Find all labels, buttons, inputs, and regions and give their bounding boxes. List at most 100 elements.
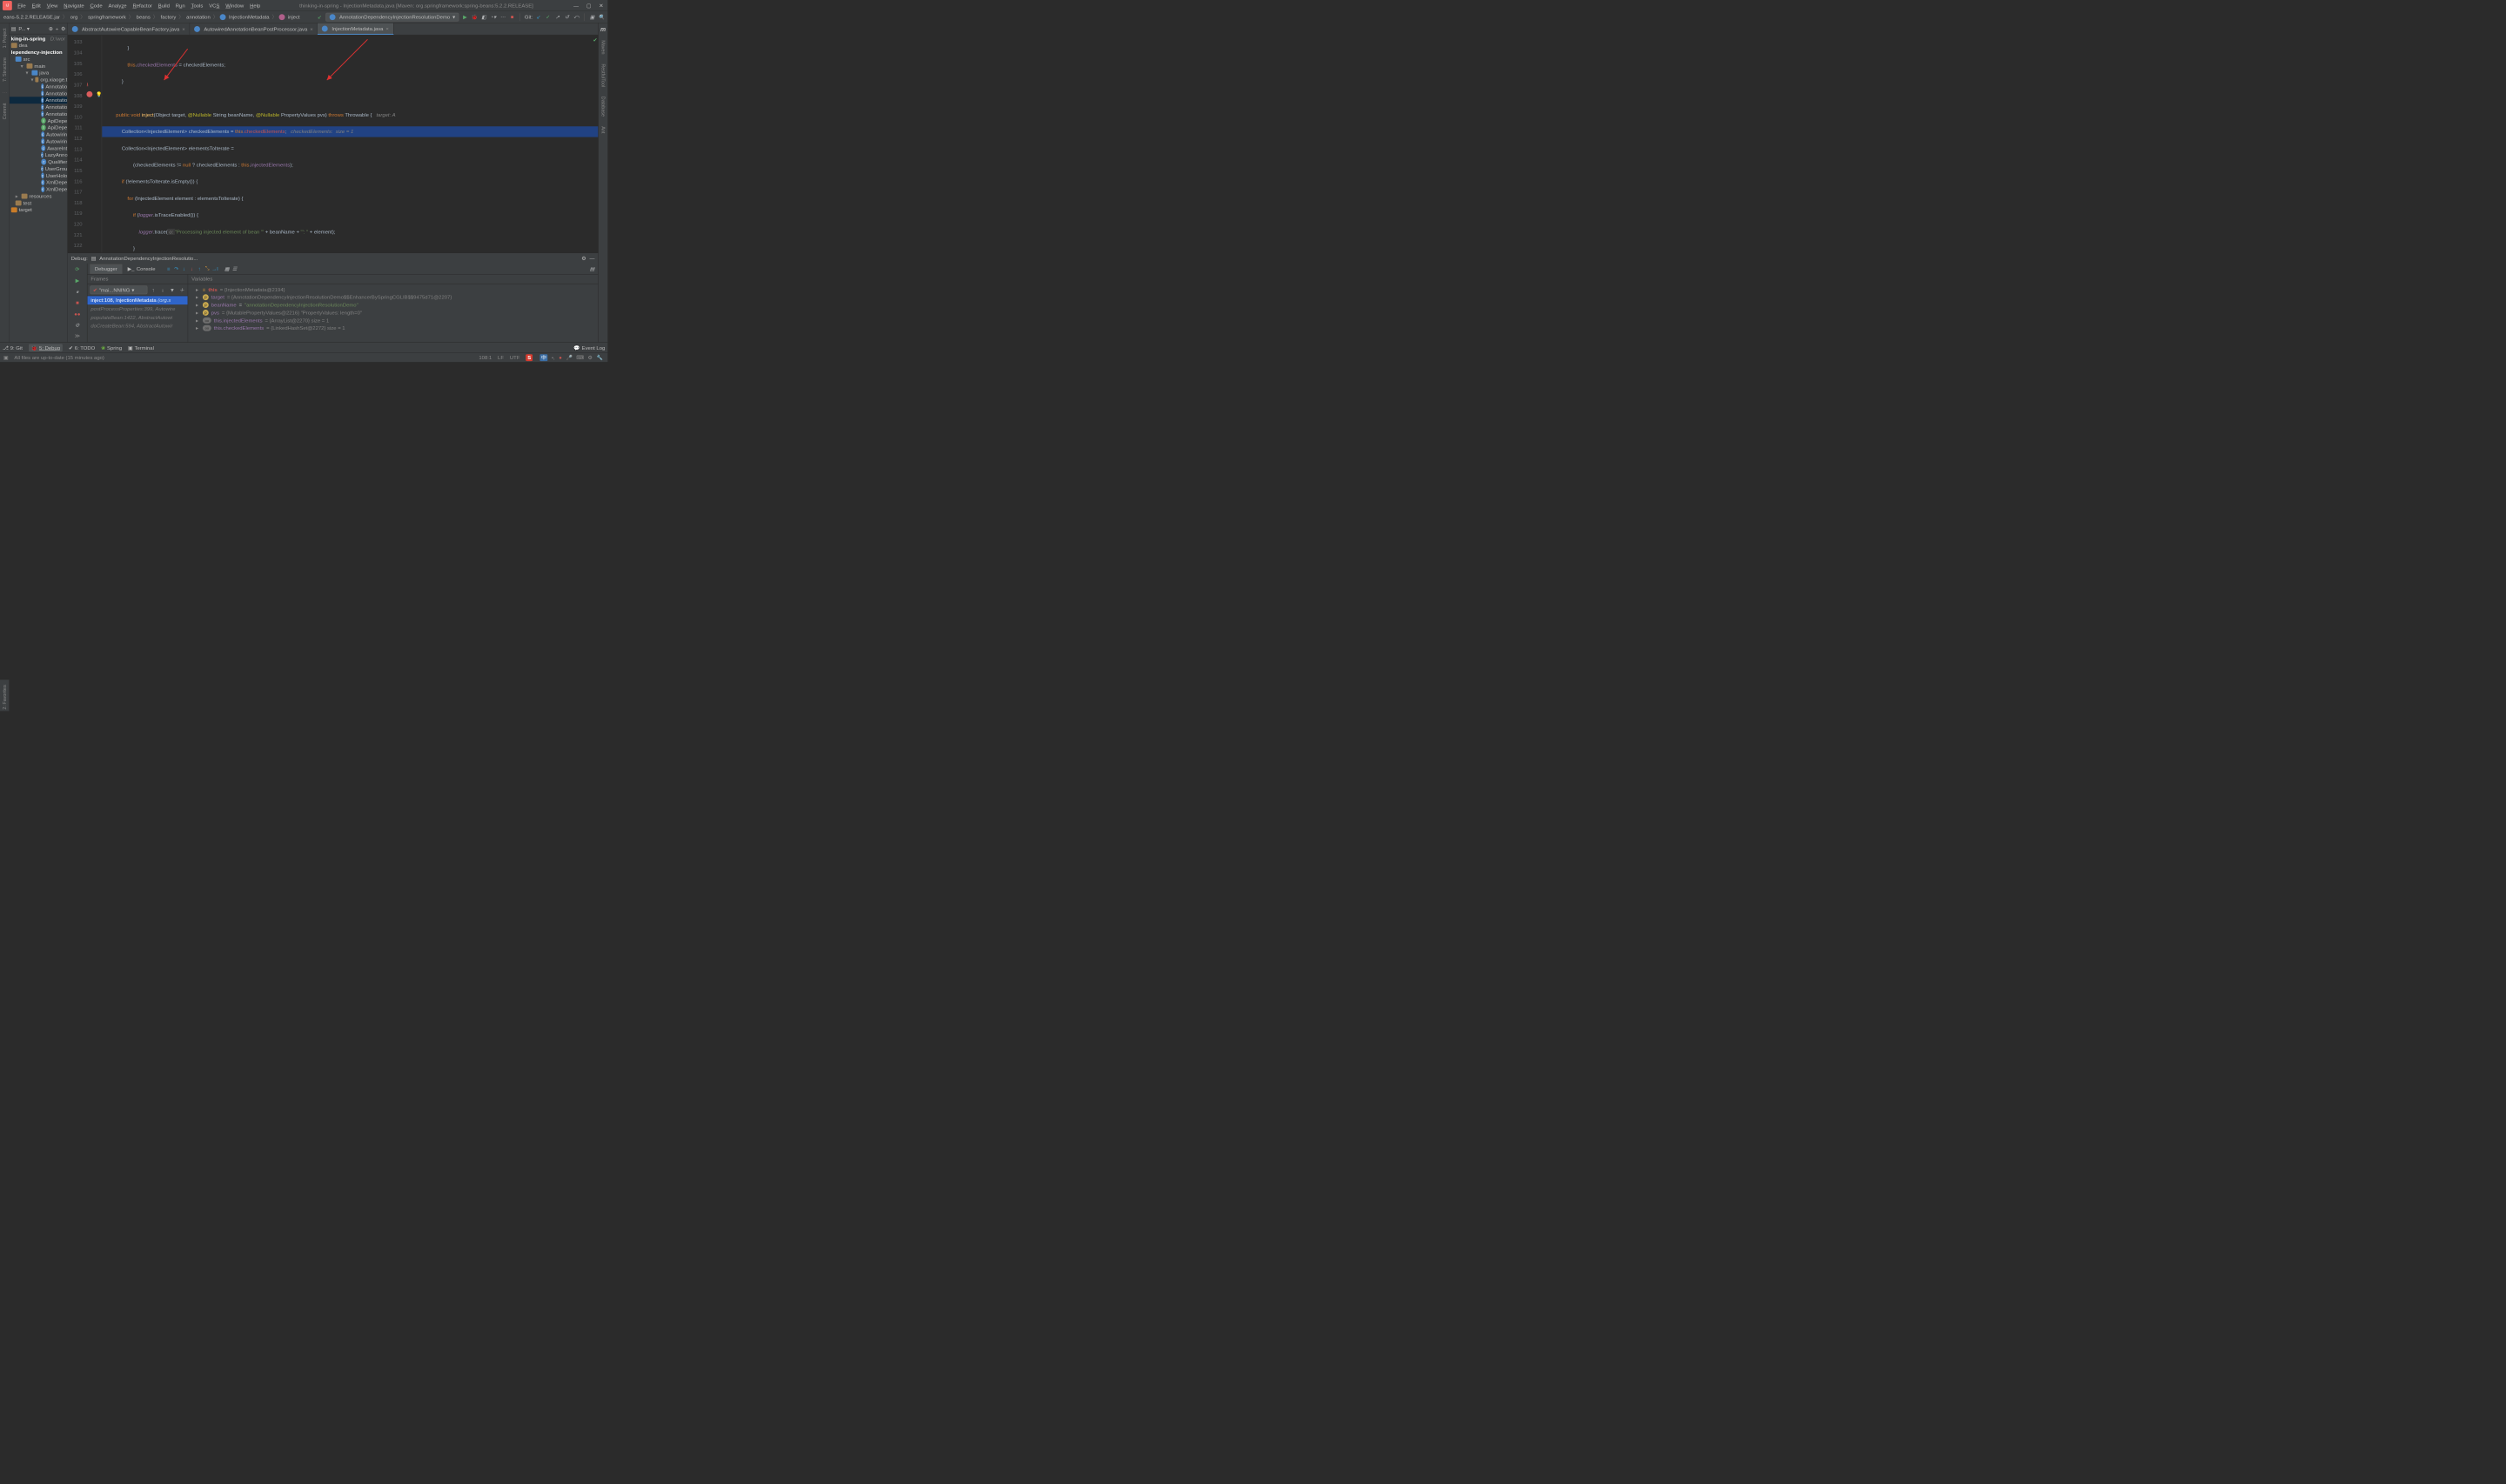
frame-up-icon[interactable]: ↑: [150, 286, 157, 293]
crumb-class[interactable]: InjectionMetadata: [228, 14, 271, 20]
resume-icon[interactable]: ▶: [74, 277, 81, 284]
show-exec-point-icon[interactable]: ≡: [165, 265, 172, 272]
tray-tool-icon[interactable]: 🔧: [596, 355, 602, 361]
crumb-annotation[interactable]: annotation: [185, 14, 211, 20]
rerun-icon[interactable]: ⟳: [74, 266, 81, 273]
evaluate-icon[interactable]: ▦: [224, 265, 231, 272]
tab-autowiredprocessor[interactable]: AutowiredAnnotationBeanPostProcessor.jav…: [190, 23, 318, 35]
intention-bulb-icon[interactable]: 💡: [96, 91, 102, 97]
debug-settings-icon[interactable]: ⚙: [581, 255, 586, 261]
toolwindow-ant[interactable]: Ant: [600, 124, 606, 135]
debug-button[interactable]: 🐞: [471, 14, 478, 21]
project-settings-icon[interactable]: ⚙: [61, 25, 65, 31]
mute-icon[interactable]: ⊘: [74, 322, 81, 329]
step-into-icon[interactable]: ↓: [181, 265, 188, 272]
run-button[interactable]: ▶: [461, 14, 468, 21]
status-toolwindows-icon[interactable]: ▣: [3, 354, 9, 360]
frame-row[interactable]: postProcessProperties:399, Autowire: [87, 304, 187, 313]
tsitem-eventlog[interactable]: 💬Event Log: [573, 344, 605, 351]
variables-tree[interactable]: ▸≡this = {InjectionMetadata@2194} ▸ptarg…: [188, 284, 598, 342]
project-collapse-icon[interactable]: ÷: [56, 25, 58, 31]
layout-icon[interactable]: ▤: [589, 265, 596, 272]
toolwindow-structure[interactable]: 7: Structure: [2, 56, 7, 84]
crumb-sfw[interactable]: springframework: [87, 14, 127, 20]
menu-refactor[interactable]: Refactor: [130, 3, 155, 9]
override-down-icon[interactable]: ⭳: [86, 81, 92, 87]
pause-icon[interactable]: ⏸: [74, 288, 81, 295]
stop-button[interactable]: ■: [509, 14, 516, 21]
debug-session-name[interactable]: AnnotationDependencyInjectionResolutio..…: [99, 255, 198, 261]
attach-button[interactable]: ⋯: [499, 14, 506, 21]
run-config-dropdown[interactable]: AnnotationDependencyInjectionResolutionD…: [325, 13, 459, 22]
git-commit-icon[interactable]: ✓: [545, 14, 552, 21]
frame-row[interactable]: doCreateBean:594, AbstractAutowir: [87, 322, 187, 331]
tab-abstractautowire[interactable]: AbstractAutowireCapableBeanFactory.java×: [68, 23, 190, 35]
menu-build[interactable]: Build: [155, 3, 172, 9]
gutter-icons[interactable]: ⭳ 💡: [84, 35, 102, 252]
tsitem-terminal[interactable]: ▣Terminal: [128, 344, 154, 351]
crumb-org[interactable]: org: [70, 14, 79, 20]
tsitem-git[interactable]: ⎇9: Git: [3, 344, 23, 351]
minimize-button[interactable]: —: [573, 3, 579, 9]
crumb-jar[interactable]: eans-5.2.2.RELEASE.jar: [3, 14, 61, 20]
tray-lang-icon[interactable]: 中: [539, 354, 547, 361]
git-push-icon[interactable]: ↗: [554, 14, 561, 21]
frame-row[interactable]: inject:108, InjectionMetadata (org.s: [87, 296, 187, 304]
status-encoding[interactable]: UTF: [510, 354, 519, 360]
status-caret[interactable]: 108:1: [479, 354, 492, 360]
menu-vcs[interactable]: VCS: [206, 3, 223, 9]
frame-add-icon[interactable]: ＋: [178, 286, 185, 293]
tab-injectionmetadata[interactable]: InjectionMetadata.java×: [318, 23, 393, 35]
git-update-icon[interactable]: ↙: [535, 14, 542, 21]
menu-view[interactable]: View: [44, 3, 61, 9]
tab-debugger[interactable]: Debugger: [90, 264, 122, 274]
debug-hide-icon[interactable]: —: [590, 255, 595, 261]
tab-console[interactable]: ▶_Console: [123, 264, 160, 274]
project-view-selector[interactable]: P...▾: [18, 25, 30, 31]
frames-list[interactable]: inject:108, InjectionMetadata (org.s pos…: [87, 296, 187, 342]
build-arrow-icon[interactable]: ↙: [316, 14, 323, 21]
menu-code[interactable]: Code: [87, 3, 105, 9]
tray-ime-icon[interactable]: •,: [552, 355, 555, 361]
inspections-ok-icon[interactable]: ✔: [593, 37, 597, 43]
step-out-icon[interactable]: ↑: [196, 265, 203, 272]
frame-row[interactable]: populateBean:1422, AbstractAutowi: [87, 313, 187, 322]
stop-icon[interactable]: ■: [74, 299, 81, 306]
git-history-icon[interactable]: ↺: [564, 14, 571, 21]
code-editor[interactable]: 1031041051061071081091101111121131141151…: [68, 35, 599, 252]
close-button[interactable]: ✕: [599, 3, 603, 9]
toolwindow-project[interactable]: 1: Project: [2, 27, 7, 50]
menu-navigate[interactable]: Navigate: [61, 3, 87, 9]
project-tree[interactable]: king-in-spring D:\wor dea lependency-inj…: [10, 34, 67, 342]
coverage-button[interactable]: ◧: [480, 14, 487, 21]
status-line-sep[interactable]: LF: [498, 354, 504, 360]
ime-indicator-icon[interactable]: S: [526, 354, 533, 361]
toolwindow-restful[interactable]: RestfulTool: [600, 62, 606, 89]
close-tab-icon[interactable]: ×: [385, 25, 388, 31]
menu-edit[interactable]: Edit: [29, 3, 44, 9]
force-step-into-icon[interactable]: ↓: [188, 265, 195, 272]
menu-analyze[interactable]: Analyze: [105, 3, 130, 9]
ide-updates-icon[interactable]: ▣: [589, 14, 596, 21]
tsitem-debug[interactable]: 🐞5: Debug: [29, 344, 63, 351]
close-tab-icon[interactable]: ×: [182, 26, 184, 32]
toolwindow-commit[interactable]: Commit: [2, 102, 7, 122]
profile-button[interactable]: ◔▾: [490, 14, 497, 21]
project-target-icon[interactable]: ⊕: [49, 25, 53, 31]
menu-help[interactable]: Help: [247, 3, 264, 9]
trace-icon[interactable]: ☰: [231, 265, 238, 272]
menu-run[interactable]: Run: [172, 3, 188, 9]
toolwindow-favorites[interactable]: 2: Favorites: [2, 683, 7, 711]
crumb-method[interactable]: inject: [287, 14, 301, 20]
menu-tools[interactable]: Tools: [188, 3, 206, 9]
maximize-button[interactable]: ▢: [586, 3, 592, 9]
project-root-label[interactable]: king-in-spring: [11, 36, 45, 42]
toolwindow-database[interactable]: Database: [600, 95, 606, 118]
frame-down-icon[interactable]: ↓: [159, 286, 166, 293]
frame-filter-icon[interactable]: ▼: [169, 286, 176, 293]
git-rollback-icon[interactable]: ⤺: [573, 14, 580, 21]
run-to-cursor-icon[interactable]: →I: [211, 265, 218, 272]
tray-record-icon[interactable]: ●: [559, 355, 562, 361]
menu-window[interactable]: Window: [223, 3, 247, 9]
tray-mic-icon[interactable]: 🎤: [566, 355, 572, 361]
